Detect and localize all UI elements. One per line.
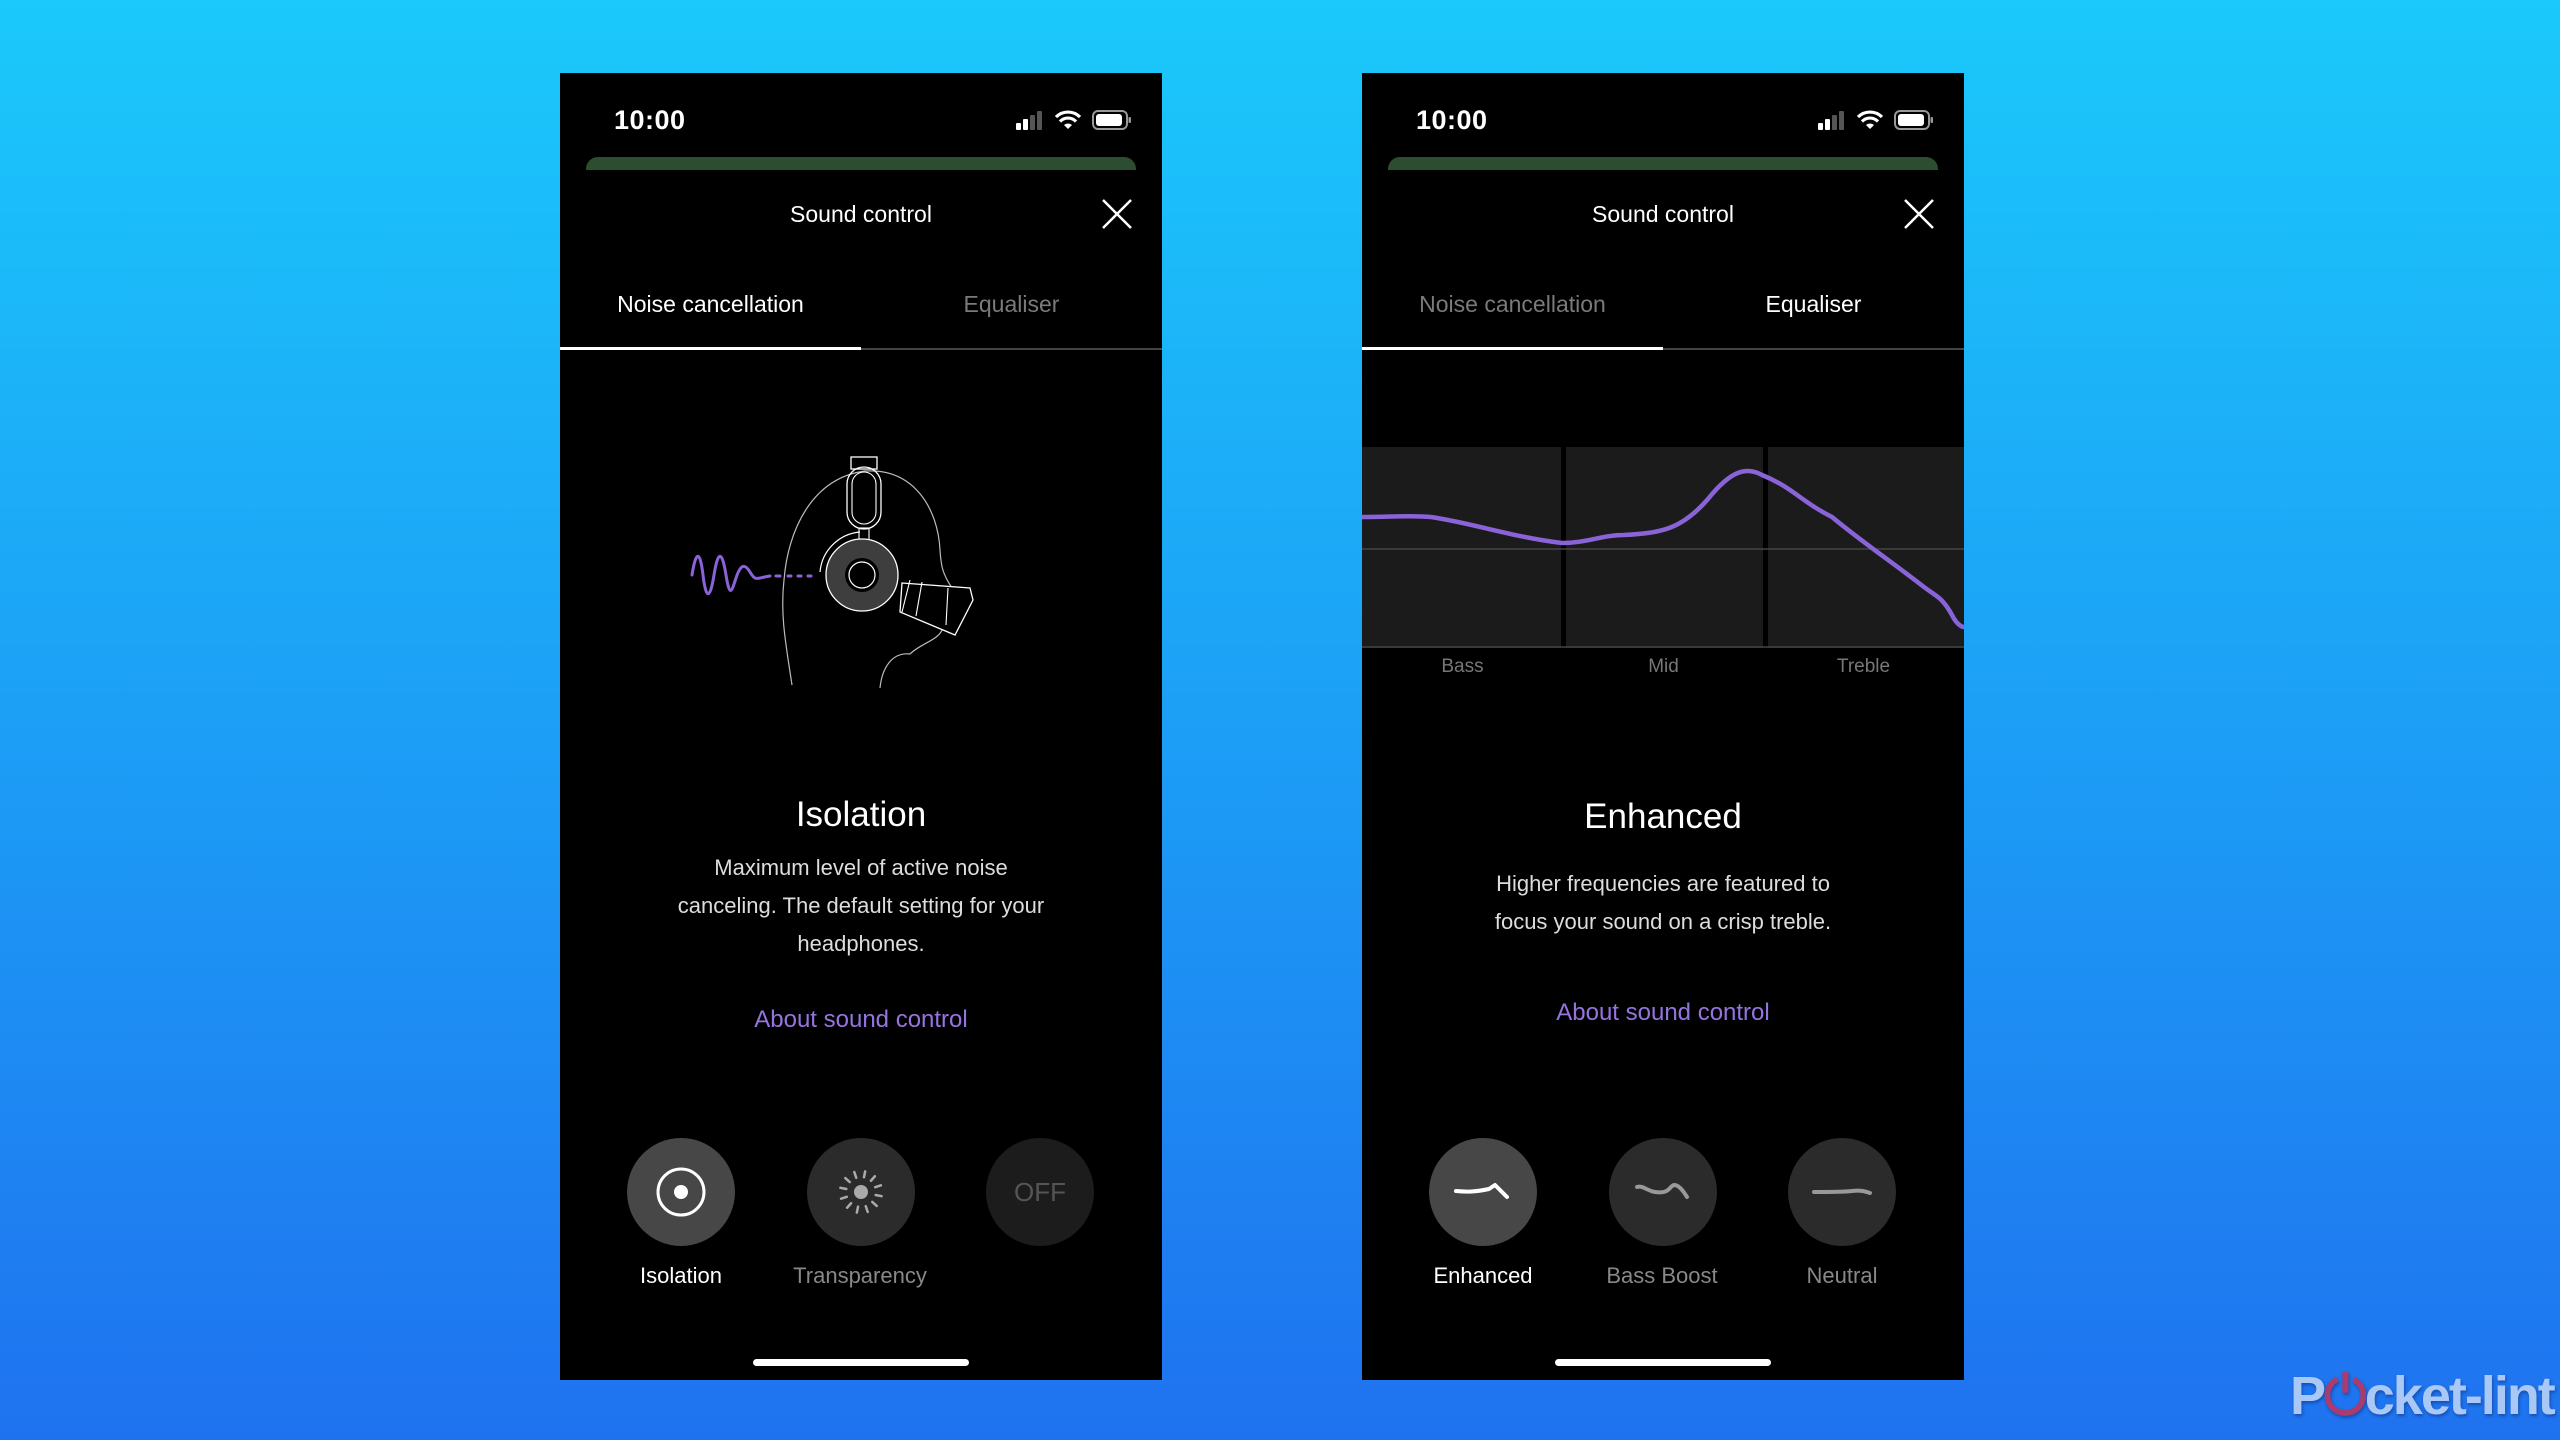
tab-equaliser[interactable]: Equaliser [861, 291, 1162, 318]
signal-icon [1016, 111, 1042, 130]
transparency-icon [839, 1170, 883, 1214]
status-time: 10:00 [614, 105, 686, 135]
phone-screen-equaliser: 10:00 Sound control Noise cancellation E… [1362, 73, 1964, 1380]
battery-icon [1894, 110, 1933, 130]
about-sound-control-link[interactable]: About sound control [1362, 999, 1964, 1027]
sun-ray [855, 1205, 860, 1214]
sun-ray [839, 1195, 849, 1200]
eq-band-divider [1561, 447, 1566, 648]
transparency-button[interactable] [807, 1138, 915, 1246]
about-sound-control-link[interactable]: About sound control [560, 1006, 1162, 1034]
sun-ray [864, 1204, 869, 1214]
eq-bass-boost-icon [1635, 1183, 1689, 1199]
mode-title: Enhanced [1584, 797, 1742, 836]
status-time: 10:00 [1416, 105, 1488, 135]
close-icon[interactable] [1902, 197, 1936, 231]
sheet-title: Sound control [1592, 201, 1734, 227]
sun-ray [874, 1193, 883, 1198]
neutral-button[interactable] [1788, 1138, 1896, 1246]
eq-label-treble: Treble [1836, 656, 1891, 677]
sun-ray [844, 1176, 852, 1184]
mode-description-line: Maximum level of active noise [714, 855, 1008, 880]
mode-description-line: Higher frequencies are featured to [1496, 871, 1830, 896]
pocketlint-watermark-logo: P⏻cket-lint [2290, 1366, 2556, 1426]
background-sheet [586, 157, 1136, 170]
equaliser-graph [1362, 447, 1964, 648]
mode-title: Isolation [795, 795, 927, 834]
sun-ray [869, 1175, 877, 1183]
isolation-icon [656, 1167, 706, 1217]
sheet-title: Sound control [790, 201, 932, 227]
close-icon[interactable] [1100, 197, 1134, 231]
battery-icon [1092, 110, 1131, 130]
isolation-button[interactable] [627, 1138, 735, 1246]
home-indicator[interactable] [1555, 1359, 1771, 1366]
sun-ray [853, 1170, 858, 1180]
transparency-label: Transparency [793, 1263, 927, 1288]
off-button[interactable]: OFF [986, 1138, 1094, 1246]
enhanced-button[interactable] [1429, 1138, 1537, 1246]
eq-enhanced-icon [1454, 1183, 1509, 1199]
headphones-illustration [690, 456, 974, 689]
status-icons [1014, 109, 1132, 131]
bass-boost-label: Bass Boost [1606, 1263, 1718, 1288]
eq-label-mid: Mid [1648, 656, 1679, 677]
signal-icon [1818, 111, 1844, 130]
wifi-icon [1054, 110, 1082, 129]
mode-description-line: focus your sound on a crisp treble. [1494, 909, 1832, 934]
enhanced-label: Enhanced [1433, 1263, 1533, 1288]
sun-ray [839, 1186, 848, 1191]
sun-ray [870, 1200, 878, 1208]
sun-ray [862, 1170, 867, 1179]
tab-noise-cancellation[interactable]: Noise cancellation [1362, 291, 1663, 318]
off-label: OFF [1014, 1176, 1066, 1207]
sun-ray [873, 1184, 883, 1189]
eq-label-bass: Bass [1441, 656, 1484, 677]
home-indicator[interactable] [753, 1359, 969, 1366]
status-icons [1816, 109, 1934, 131]
bass-boost-button[interactable] [1609, 1138, 1717, 1246]
isolation-label: Isolation [640, 1263, 722, 1288]
tab-equaliser[interactable]: Equaliser [1663, 291, 1964, 318]
mode-description-line: headphones. [797, 931, 925, 956]
phone-screen-noise-cancellation: 10:00 Sound control Noise cancellation E… [560, 73, 1162, 1380]
background-sheet [1388, 157, 1938, 170]
mode-description-line: canceling. The default setting for your [677, 893, 1045, 918]
active-tab-indicator [1362, 347, 1663, 350]
active-tab-indicator [560, 347, 861, 350]
wifi-icon [1856, 110, 1884, 129]
sun-ray [845, 1201, 853, 1209]
tab-noise-cancellation[interactable]: Noise cancellation [560, 291, 861, 318]
neutral-label: Neutral [1806, 1263, 1878, 1288]
eq-neutral-icon [1812, 1188, 1872, 1195]
